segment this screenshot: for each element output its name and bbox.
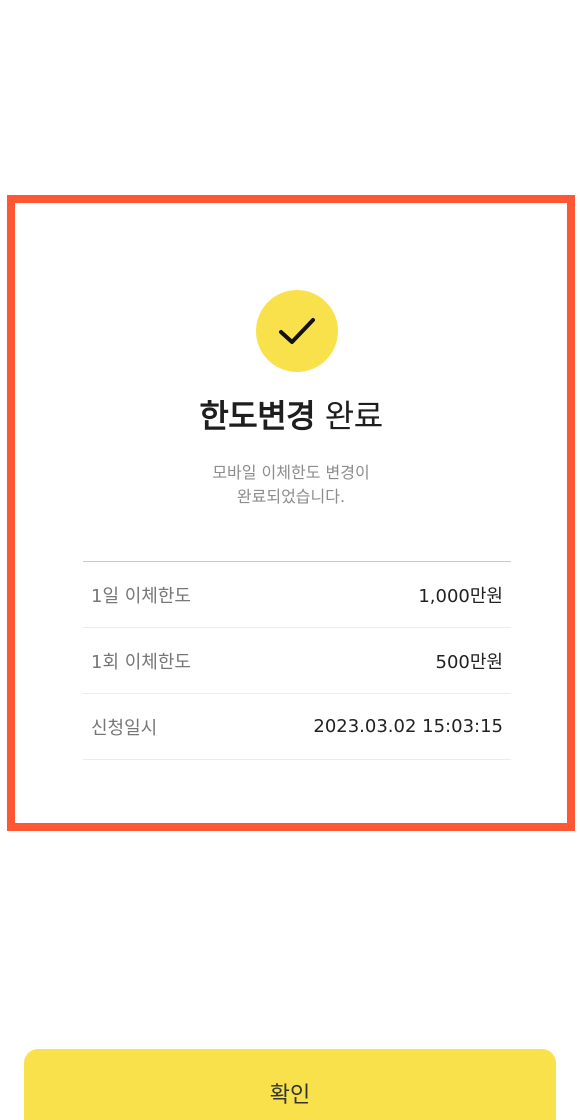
detail-label: 1회 이체한도: [91, 651, 191, 673]
description-line-2: 완료되었습니다.: [236, 487, 346, 506]
check-badge: [256, 290, 338, 372]
limit-details-table: 1일 이체한도 1,000만원 1회 이체한도 500만원 신청일시 2023.…: [83, 561, 511, 760]
detail-value: 2023.03.02 15:03:15: [313, 716, 503, 737]
detail-row-single-limit: 1회 이체한도 500만원: [83, 628, 511, 694]
check-icon: [279, 318, 315, 344]
title-normal-text: 완료: [315, 397, 383, 435]
page-title: 한도변경 완료: [15, 396, 567, 436]
confirm-button[interactable]: 확인: [24, 1049, 556, 1120]
detail-label: 신청일시: [91, 717, 158, 739]
detail-row-request-datetime: 신청일시 2023.03.02 15:03:15: [83, 694, 511, 760]
detail-value: 1,000만원: [418, 585, 503, 607]
detail-row-daily-limit: 1일 이체한도 1,000만원: [83, 562, 511, 628]
completion-panel: 한도변경 완료 모바일 이체한도 변경이 완료되었습니다. 1일 이체한도 1,…: [7, 195, 575, 831]
detail-label: 1일 이체한도: [91, 585, 191, 607]
title-bold-text: 한도변경: [199, 397, 316, 435]
limit-change-complete-screen: 한도변경 완료 모바일 이체한도 변경이 완료되었습니다. 1일 이체한도 1,…: [0, 0, 580, 1120]
detail-value: 500만원: [435, 651, 503, 673]
completion-description: 모바일 이체한도 변경이 완료되었습니다.: [15, 461, 567, 509]
description-line-1: 모바일 이체한도 변경이: [212, 463, 370, 482]
